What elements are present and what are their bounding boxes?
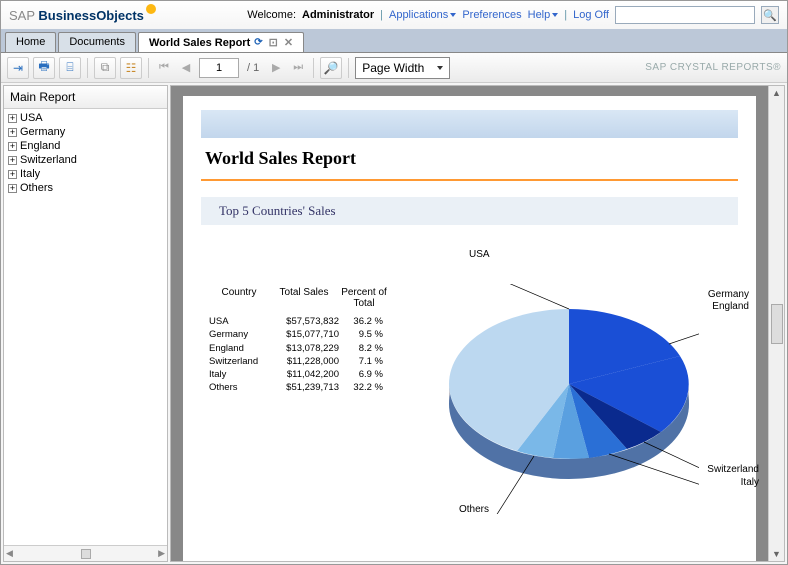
expand-icon[interactable]: + — [8, 184, 17, 193]
tab-documents[interactable]: Documents — [58, 32, 136, 52]
caret-down-icon — [450, 13, 456, 17]
title-band — [201, 110, 738, 138]
report-title: World Sales Report — [201, 142, 738, 179]
pie-label-germany: Germany — [708, 289, 749, 300]
chart-zone: Country Total Sales Percent of Total USA… — [201, 249, 738, 529]
print-button[interactable]: 🖶 — [33, 57, 55, 79]
next-page-button[interactable]: ▶ — [267, 59, 285, 77]
report-subtitle: Top 5 Countries' Sales — [201, 197, 738, 225]
page-number-input[interactable] — [199, 58, 239, 78]
help-menu[interactable]: Help — [528, 9, 559, 21]
expand-icon[interactable]: + — [8, 128, 17, 137]
expand-icon[interactable]: + — [8, 114, 17, 123]
pie-label-italy: Italy — [741, 477, 759, 488]
sidebar-hscroll[interactable]: ◀▶ — [4, 545, 167, 561]
first-page-button[interactable]: ⏮ — [155, 59, 173, 77]
zoom-select[interactable]: Page Width — [355, 57, 450, 79]
parameters-button[interactable]: ⧉ — [94, 57, 116, 79]
expand-icon[interactable]: + — [8, 170, 17, 179]
pie-label-switzerland: Switzerland — [707, 464, 759, 475]
scroll-down-icon[interactable]: ▼ — [772, 549, 781, 559]
pin-icon[interactable]: ⊡ — [269, 36, 278, 49]
tree-item-italy[interactable]: +Italy — [8, 167, 163, 181]
logo-sap: SAP — [9, 8, 38, 23]
search-button[interactable]: 🔍 — [761, 6, 779, 24]
expand-icon[interactable]: + — [8, 156, 17, 165]
tab-label: World Sales Report — [149, 37, 250, 49]
logo-businessobjects: BusinessObjects — [38, 8, 144, 23]
table-row: Germany$15,077,7109.5 % — [209, 328, 399, 341]
report-page: World Sales Report Top 5 Countries' Sale… — [183, 96, 756, 561]
header-right: Welcome: Administrator | Applications Pr… — [247, 6, 779, 24]
print-preview-button[interactable]: ⌸ — [59, 57, 81, 79]
sales-table: Country Total Sales Percent of Total USA… — [209, 287, 399, 529]
tree: +USA +Germany +England +Switzerland +Ita… — [4, 109, 167, 545]
welcome-label: Welcome: — [247, 9, 296, 21]
group-tree-sidebar: Main Report +USA +Germany +England +Swit… — [3, 85, 168, 562]
tree-item-others[interactable]: +Others — [8, 181, 163, 195]
scroll-thumb[interactable] — [771, 304, 783, 344]
pie-svg — [439, 284, 699, 514]
report-canvas[interactable]: World Sales Report Top 5 Countries' Sale… — [171, 86, 768, 561]
report-viewer: World Sales Report Top 5 Countries' Sale… — [170, 85, 785, 562]
refresh-icon[interactable]: ⟳ — [254, 37, 262, 48]
zoom-value: Page Width — [362, 61, 424, 75]
caret-down-icon — [552, 13, 558, 17]
applications-menu[interactable]: Applications — [389, 9, 456, 21]
report-vscroll[interactable]: ▲ ▼ — [768, 86, 784, 561]
pie-chart: USA Germany England Switzerland Italy Ot… — [409, 249, 719, 529]
export-button[interactable]: ⇥ — [7, 57, 29, 79]
logo-bubble-icon — [146, 4, 156, 14]
last-page-button[interactable]: ⏭ — [289, 59, 307, 77]
tree-item-germany[interactable]: +Germany — [8, 125, 163, 139]
group-tree-button[interactable]: ☷ — [120, 57, 142, 79]
pie-label-usa: USA — [469, 249, 490, 260]
tree-item-usa[interactable]: +USA — [8, 111, 163, 125]
preferences-link[interactable]: Preferences — [462, 9, 521, 21]
pie-label-england: England — [712, 301, 749, 312]
table-row: Switzerland$11,228,0007.1 % — [209, 355, 399, 368]
table-row: Italy$11,042,2006.9 % — [209, 368, 399, 381]
tree-item-england[interactable]: +England — [8, 139, 163, 153]
tab-home[interactable]: Home — [5, 32, 56, 52]
find-button[interactable]: 🔎 — [320, 57, 342, 79]
table-row: Others$51,239,71332.2 % — [209, 381, 399, 394]
expand-icon[interactable]: + — [8, 142, 17, 151]
welcome-user: Administrator — [302, 9, 374, 21]
main-area: Main Report +USA +Germany +England +Swit… — [1, 83, 787, 564]
prev-page-button[interactable]: ◀ — [177, 59, 195, 77]
close-icon[interactable]: ✕ — [284, 36, 293, 49]
doc-tabs: Home Documents World Sales Report ⟳ ⊡ ✕ — [1, 29, 787, 53]
scroll-up-icon[interactable]: ▲ — [772, 88, 781, 98]
table-row: England$13,078,2298.2 % — [209, 342, 399, 355]
caret-down-icon — [437, 66, 443, 70]
tree-item-switzerland[interactable]: +Switzerland — [8, 153, 163, 167]
logoff-link[interactable]: Log Off — [573, 9, 609, 21]
app-header: SAP BusinessObjects Welcome: Administrat… — [1, 1, 787, 29]
table-header: Country Total Sales Percent of Total — [209, 287, 399, 309]
search-input[interactable] — [615, 6, 755, 24]
divider — [201, 179, 738, 181]
tab-world-sales-report[interactable]: World Sales Report ⟳ ⊡ ✕ — [138, 32, 304, 52]
search-icon: 🔍 — [763, 9, 777, 22]
logo: SAP BusinessObjects — [9, 8, 156, 23]
table-row: USA$57,573,83236.2 % — [209, 315, 399, 328]
crystal-brand: SAP CRYSTAL REPORTS® — [645, 62, 781, 73]
page-total: / 1 — [243, 62, 263, 74]
report-toolbar: ⇥ 🖶 ⌸ ⧉ ☷ ⏮ ◀ / 1 ▶ ⏭ 🔎 Page Width SAP C… — [1, 53, 787, 83]
sidebar-title: Main Report — [4, 86, 167, 109]
